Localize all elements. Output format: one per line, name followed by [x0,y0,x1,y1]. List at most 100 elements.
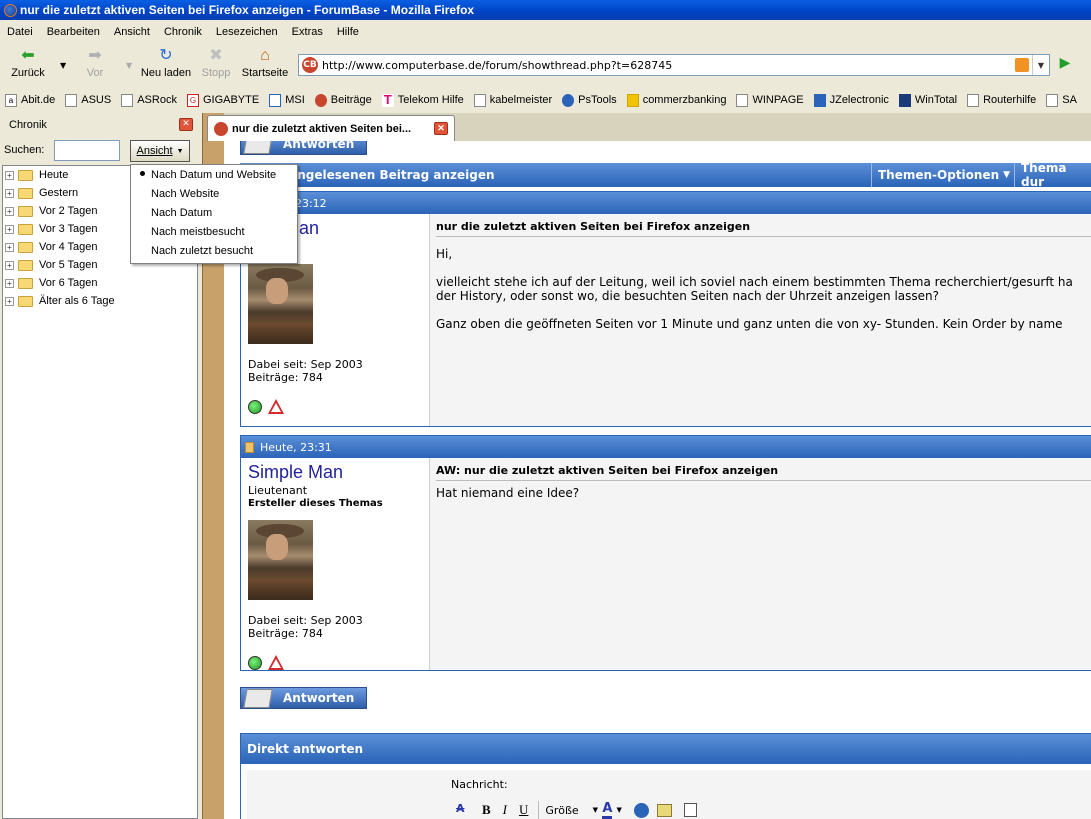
user-join-date: Dabei seit: Sep 2003 [248,358,363,371]
bookmark-asrock[interactable]: ASRock [116,93,182,107]
menu-lesezeichen[interactable]: Lesezeichen [209,26,285,38]
text-color-icon[interactable]: A [602,801,613,819]
remove-format-icon[interactable]: A [456,802,472,818]
bookmark-routerhilfe[interactable]: Routerhilfe [962,93,1041,107]
url-text[interactable]: http://www.computerbase.de/forum/showthr… [322,59,672,72]
jzelectronic-icon [813,93,826,107]
expand-icon[interactable]: + [5,170,14,180]
view-option-label: Nach meistbesucht [151,225,245,238]
bookmark-label: WINPAGE [752,94,804,106]
online-status-icon [248,655,262,670]
expand-icon[interactable]: + [5,260,14,270]
bookmark-gigabyte[interactable]: G GIGABYTE [182,93,264,107]
post-line: der History, oder sonst wo, die besuchte… [436,289,939,303]
thread-options-menu[interactable]: Themen-Optionen ▼ [871,163,1010,187]
expand-icon[interactable]: + [5,206,14,216]
page-content: Antworten n ungelesenen Beitrag anzeigen… [224,141,1091,819]
expand-icon[interactable]: + [5,242,14,252]
reload-label: Neu laden [140,67,192,79]
stop-icon: ✖ [209,47,223,64]
window-title: nur die zuletzt aktiven Seiten bei Firef… [20,3,475,17]
view-option-date[interactable]: Nach Datum [131,203,297,222]
view-option-date-and-site[interactable]: Nach Datum und Website [131,165,297,184]
wintotal-icon [898,93,911,107]
underline-icon[interactable]: U [519,802,528,818]
tab-close-icon[interactable]: ✕ [434,122,448,135]
sidebar-close-icon[interactable]: ✕ [179,118,193,131]
post-body: Hi, vielleicht stehe ich auf der Leitung… [436,247,1073,331]
tree-item-aelter[interactable]: + Älter als 6 Tage [3,292,197,310]
expand-icon[interactable]: + [5,224,14,234]
bookmark-winpage[interactable]: WINPAGE [731,93,808,107]
menu-extras[interactable]: Extras [285,26,330,38]
chevron-down-icon[interactable]: ▼ [616,806,621,814]
home-button[interactable]: ⌂ Startseite [240,47,290,79]
go-arrow-icon[interactable]: ▶ [1054,55,1076,75]
insert-link-icon[interactable] [633,802,649,818]
view-option-site[interactable]: Nach Website [131,184,297,203]
expand-icon[interactable]: + [5,188,14,198]
forward-button[interactable]: ➡ Vor [80,47,110,79]
post-line [436,261,1073,275]
post-line: Hi, [436,247,453,261]
menu-ansicht[interactable]: Ansicht [107,26,157,38]
expand-icon[interactable]: + [5,296,14,306]
url-bar[interactable]: CB http://www.computerbase.de/forum/show… [298,54,1050,76]
back-dropdown-icon[interactable]: ▼ [60,61,66,70]
view-menu-button[interactable]: Ansicht ▼ [130,140,190,162]
msi-icon [269,93,282,107]
back-button[interactable]: ⬅ Zurück [10,47,46,79]
quote-icon[interactable] [683,803,697,817]
folder-icon [18,187,33,199]
menu-hilfe[interactable]: Hilfe [330,26,366,38]
chevron-down-icon: ▼ [176,147,184,155]
menu-datei[interactable]: Datei [0,26,40,38]
post-user-rank: Lieutenant [248,484,308,497]
view-option-most-visited[interactable]: Nach meistbesucht [131,222,297,241]
bookmark-label: ASRock [137,94,177,106]
bookmark-jzelectronic[interactable]: JZelectronic [809,93,894,107]
post-user-stats: Dabei seit: Sep 2003 Beiträge: 784 [248,614,363,640]
bookmark-wintotal[interactable]: WinTotal [894,93,962,107]
tab-current[interactable]: nur die zuletzt aktiven Seiten bei... ✕ [207,115,455,141]
post-title: nur die zuletzt aktiven Seiten bei Firef… [436,220,751,233]
tree-item-label: Vor 5 Tagen [39,259,98,271]
expand-icon[interactable]: + [5,278,14,288]
insert-image-icon[interactable] [656,803,672,817]
bookmark-label: GIGABYTE [202,94,260,106]
bookmark-telekom[interactable]: T Telekom Hilfe [377,93,469,107]
menu-bearbeiten[interactable]: Bearbeiten [40,26,107,38]
bookmark-msi[interactable]: MSI [264,93,310,107]
bold-icon[interactable]: B [482,802,491,818]
font-size-select[interactable]: Größe ▼ [538,801,598,819]
forward-dropdown-icon[interactable]: ▼ [126,61,132,70]
bookmark-asus[interactable]: ASUS [60,93,116,107]
bookmark-commerzbanking[interactable]: commerzbanking [622,93,732,107]
url-dropdown-icon[interactable]: ▼ [1032,55,1049,75]
reply-button-top[interactable]: Antworten [240,141,367,155]
bookmark-pstools[interactable]: PsTools [557,93,622,107]
reload-button[interactable]: ↻ Neu laden [140,47,192,79]
editor-toolbar: A B I U Größe ▼ A ▼ [456,801,697,819]
bookmark-kabelmeister[interactable]: kabelmeister [469,93,557,107]
report-warning-icon[interactable] [268,399,284,414]
post-username[interactable]: Simple Man [248,462,343,483]
search-label: Suchen: [4,144,45,156]
history-search-input[interactable] [54,140,120,161]
bookmark-sa[interactable]: SA [1041,93,1082,107]
bookmark-beitraege[interactable]: Beiträge [310,93,377,107]
tree-item-vor-6-tagen[interactable]: + Vor 6 Tagen [3,274,197,292]
bookmark-abit[interactable]: a Abit.de [0,93,60,107]
reply-button-bottom[interactable]: Antworten [240,687,367,709]
rss-feed-icon[interactable] [1015,58,1029,72]
thread-search-menu[interactable]: Thema dur [1014,161,1091,189]
back-arrow-icon: ⬅ [21,47,35,64]
view-option-last-visited[interactable]: Nach zuletzt besucht [131,241,297,260]
stop-button[interactable]: ✖ Stopp [200,47,232,79]
bookmark-label: PsTools [578,94,617,106]
bookmark-label: commerzbanking [642,94,727,106]
italic-icon[interactable]: I [503,802,507,818]
menu-chronik[interactable]: Chronik [157,26,209,38]
report-warning-icon[interactable] [268,655,284,670]
first-unread-link[interactable]: n ungelesenen Beitrag anzeigen [276,168,495,182]
